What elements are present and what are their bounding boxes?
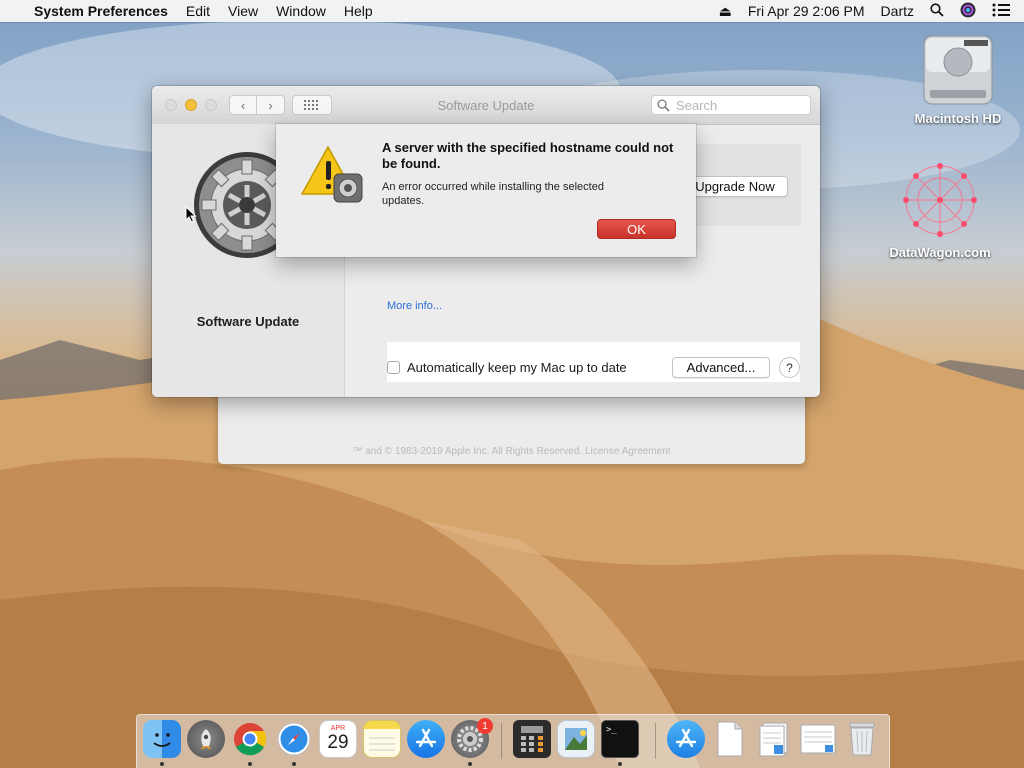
dock-applications-folder[interactable] (667, 720, 705, 758)
menu-bar: System Preferences Edit View Window Help… (0, 0, 1024, 22)
mouse-cursor-icon (185, 206, 197, 223)
search-input[interactable] (674, 96, 798, 114)
dock-finder[interactable] (143, 720, 181, 758)
desktop-icon-macintosh-hd[interactable]: Macintosh HD (904, 30, 1012, 126)
calculator-icon (521, 726, 543, 752)
trash-icon (849, 722, 875, 756)
pane-label: Software Update (196, 314, 300, 329)
document-icon (717, 721, 743, 757)
warning-icon (301, 146, 363, 203)
eject-icon[interactable]: ⏏ (711, 3, 740, 20)
dock-app-store[interactable] (407, 720, 445, 758)
dock: APR 29 1 >_ (136, 714, 890, 768)
document-stack-icon (800, 724, 836, 754)
app-store-icon (415, 728, 437, 748)
user-name[interactable]: Dartz (873, 3, 922, 19)
window-titlebar[interactable]: ‹ › Software Update (152, 86, 820, 125)
dock-system-preferences[interactable]: 1 (451, 718, 493, 758)
running-indicator (292, 762, 296, 766)
chrome-icon (234, 723, 267, 756)
auto-update-row[interactable]: Automatically keep my Mac up to date (387, 360, 627, 375)
running-indicator (160, 762, 164, 766)
dock-calculator[interactable] (513, 720, 551, 758)
spotlight-search-icon[interactable] (922, 2, 952, 20)
compass-icon (277, 722, 311, 756)
notes-icon (369, 737, 395, 751)
dock-notes[interactable] (363, 720, 401, 758)
dock-separator (501, 723, 502, 759)
rocket-icon (201, 729, 211, 750)
calendar-day: 29 (327, 732, 349, 753)
menu-help[interactable]: Help (335, 3, 382, 19)
desktop-icon-label: DataWagon.com (889, 245, 991, 260)
desktop-icon-datawagon[interactable]: DataWagon.com (880, 158, 1000, 260)
auto-update-checkbox[interactable] (387, 361, 400, 374)
dock-separator (655, 723, 656, 759)
finder-icon (153, 733, 171, 747)
clock-datetime[interactable]: Fri Apr 29 2:06 PM (740, 3, 873, 19)
more-info-link[interactable]: More info... (387, 300, 442, 312)
upgrade-now-button[interactable]: Upgrade Now (682, 176, 788, 197)
hard-drive-icon (923, 35, 993, 105)
dock-launchpad[interactable] (187, 720, 225, 758)
dock-preview[interactable] (557, 720, 595, 758)
dock-trash[interactable] (843, 720, 881, 758)
terminal-icon: >_ (606, 725, 617, 735)
ok-button[interactable]: OK (597, 219, 676, 239)
auto-update-label: Automatically keep my Mac up to date (407, 360, 627, 375)
menu-window[interactable]: Window (267, 3, 335, 19)
error-alert-sheet: A server with the specified hostname cou… (276, 124, 696, 257)
search-icon (657, 98, 670, 112)
dock-calendar[interactable]: APR 29 (319, 720, 357, 758)
dock-safari[interactable] (275, 720, 313, 758)
dock-chrome[interactable] (231, 720, 269, 758)
advanced-button[interactable]: Advanced... (672, 357, 770, 378)
preview-icon (565, 728, 587, 750)
alert-message: An error occurred while installing the s… (382, 181, 604, 207)
running-indicator (468, 762, 472, 766)
dock-terminal[interactable]: >_ (601, 720, 639, 758)
running-indicator (618, 762, 622, 766)
menu-app-name[interactable]: System Preferences (26, 3, 177, 19)
notification-center-icon[interactable] (984, 3, 1024, 20)
copyright-text: ™ and © 1983-2019 Apple Inc. All Rights … (352, 446, 671, 457)
dock-document-stack-2[interactable] (799, 720, 837, 758)
applications-folder-icon (675, 728, 697, 748)
document-stack-icon (759, 722, 788, 757)
help-button[interactable]: ? (779, 357, 800, 378)
siri-icon[interactable] (952, 2, 984, 21)
menu-edit[interactable]: Edit (177, 3, 219, 19)
desktop-icon-label: Macintosh HD (914, 111, 1002, 126)
search-field[interactable] (651, 95, 811, 115)
dock-document-stack[interactable] (755, 720, 793, 758)
dock-document[interactable] (711, 720, 749, 758)
running-indicator (248, 762, 252, 766)
alert-title: A server with the specified hostname cou… (382, 140, 674, 171)
notification-badge: 1 (477, 718, 493, 734)
network-graphic-icon (903, 163, 977, 237)
menu-view[interactable]: View (219, 3, 267, 19)
